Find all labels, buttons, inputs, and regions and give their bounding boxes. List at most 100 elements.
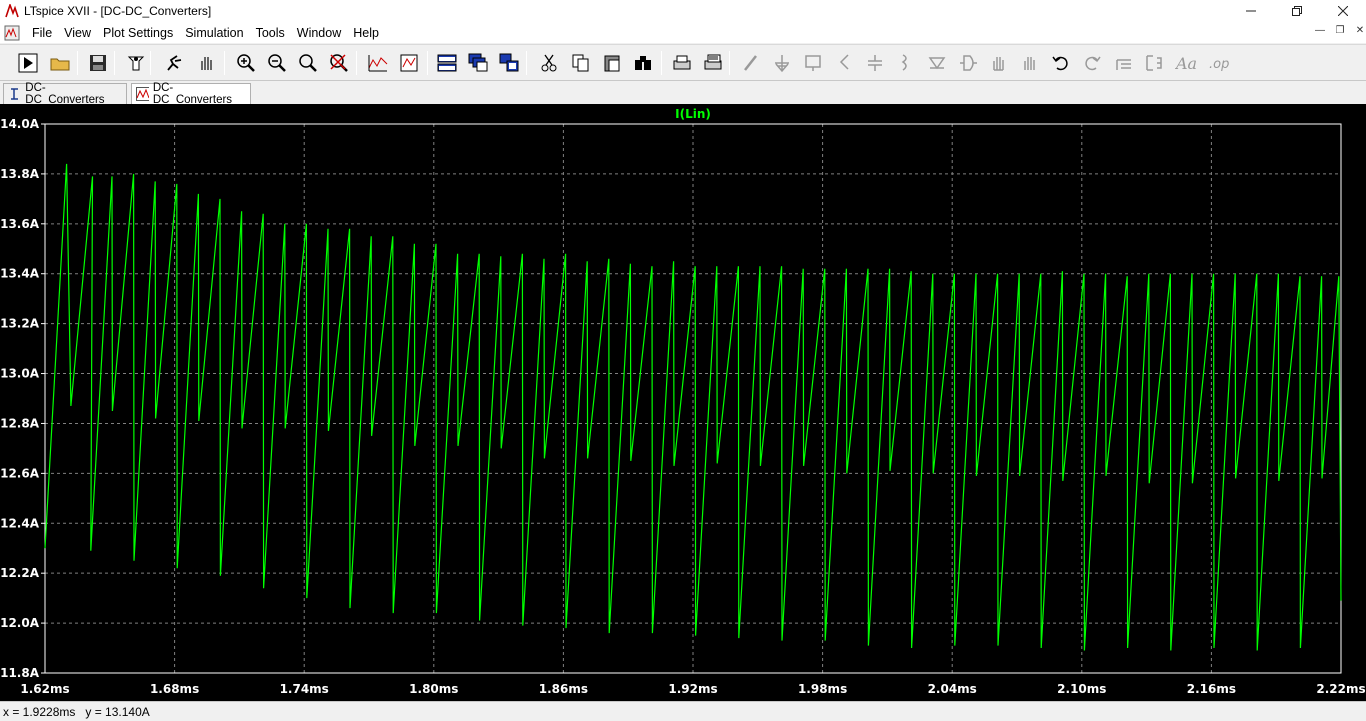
cursor-y-readout: y = 13.140A bbox=[85, 704, 150, 719]
zoom-cancel-icon[interactable] bbox=[326, 50, 352, 76]
x-tick-label: 2.16ms bbox=[1187, 682, 1236, 696]
x-tick-label: 1.80ms bbox=[409, 682, 458, 696]
y-tick-label: 12.6A bbox=[0, 466, 40, 480]
menu-tools[interactable]: Tools bbox=[250, 26, 291, 40]
y-tick-label: 12.8A bbox=[0, 416, 40, 430]
close-button[interactable] bbox=[1320, 0, 1366, 22]
open-icon[interactable] bbox=[47, 50, 73, 76]
toolbar-separator bbox=[114, 51, 115, 75]
y-tick-label: 13.6A bbox=[0, 217, 40, 231]
y-tick-label: 12.4A bbox=[0, 516, 40, 530]
undo-icon[interactable] bbox=[1048, 50, 1074, 76]
autorange-icon[interactable] bbox=[365, 50, 391, 76]
menu-window[interactable]: Window bbox=[291, 26, 347, 40]
x-tick-label: 1.98ms bbox=[798, 682, 847, 696]
menu-bar: File View Plot Settings Simulation Tools… bbox=[0, 22, 1366, 43]
waveform-plot[interactable]: 1.62ms 1.68ms 1.74ms 1.80ms 1.86ms 1.92ms 1.98… bbox=[0, 104, 1366, 701]
run-icon[interactable] bbox=[15, 50, 41, 76]
spice-directive-icon[interactable]: .op bbox=[1205, 50, 1231, 76]
redo-icon[interactable] bbox=[1079, 50, 1105, 76]
toolbar-separator bbox=[427, 51, 428, 75]
plot-canvas[interactable]: 1.62ms 1.68ms 1.74ms 1.80ms 1.86ms 1.92ms 1.98… bbox=[0, 104, 1366, 701]
window-title: LTspice XVII - [DC-DC_Converters] bbox=[24, 4, 212, 18]
tab-waveform[interactable]: DC-DC_Converters bbox=[131, 82, 251, 106]
mdi-minimize-button[interactable]: — bbox=[1310, 25, 1330, 36]
title-bar: LTspice XVII - [DC-DC_Converters] bbox=[0, 0, 1366, 22]
pan-icon[interactable] bbox=[194, 50, 220, 76]
mdi-close-button[interactable]: ✕ bbox=[1350, 25, 1366, 36]
y-tick-label: 13.2A bbox=[0, 317, 40, 331]
mirror-icon[interactable] bbox=[1141, 50, 1167, 76]
wire-icon[interactable] bbox=[738, 50, 764, 76]
cursor-x-readout: x = 1.9228ms bbox=[3, 704, 76, 719]
find-icon[interactable] bbox=[630, 50, 656, 76]
halt-icon[interactable] bbox=[162, 50, 188, 76]
ground-icon[interactable] bbox=[769, 50, 795, 76]
tab-schematic[interactable]: DC-DC_Converters bbox=[3, 82, 127, 106]
diode-icon[interactable] bbox=[924, 50, 950, 76]
toolbar-separator bbox=[77, 51, 78, 75]
capacitor-icon[interactable] bbox=[862, 50, 888, 76]
ltspice-app-icon bbox=[4, 3, 20, 19]
menu-help[interactable]: Help bbox=[347, 26, 385, 40]
zoom-in-icon[interactable] bbox=[233, 50, 259, 76]
document-tabs: DC-DC_Converters DC-DC_Converters bbox=[0, 82, 1366, 106]
zoom-box-icon[interactable] bbox=[295, 50, 321, 76]
y-tick-label: 14.0A bbox=[0, 117, 40, 131]
tab-waveform-label: DC-DC_Converters bbox=[152, 82, 233, 106]
svg-text:.op: .op bbox=[1209, 57, 1229, 72]
cascade-icon[interactable] bbox=[465, 50, 491, 76]
toolbar-separator bbox=[661, 51, 662, 75]
rotate-icon[interactable] bbox=[1111, 50, 1137, 76]
x-tick-label: 1.92ms bbox=[668, 682, 717, 696]
svg-text:Aa: Aa bbox=[1175, 54, 1197, 73]
y-tick-label: 12.0A bbox=[0, 616, 40, 630]
mdi-restore-button[interactable]: ❐ bbox=[1330, 25, 1350, 36]
copy-icon[interactable] bbox=[568, 50, 594, 76]
menu-view[interactable]: View bbox=[58, 26, 97, 40]
resistor-icon[interactable] bbox=[832, 50, 858, 76]
cut-icon[interactable] bbox=[536, 50, 562, 76]
zoom-out-icon[interactable] bbox=[264, 50, 290, 76]
y-tick-label: 13.4A bbox=[0, 267, 40, 281]
y-tick-label: 13.0A bbox=[0, 367, 40, 381]
control-panel-icon[interactable] bbox=[123, 50, 149, 76]
print-preview-icon[interactable] bbox=[700, 50, 726, 76]
status-bar: x = 1.9228ms y = 13.140A bbox=[0, 701, 1366, 721]
toolbar-separator bbox=[729, 51, 730, 75]
x-tick-label: 1.86ms bbox=[539, 682, 588, 696]
save-icon[interactable] bbox=[85, 50, 111, 76]
toolbar-separator bbox=[356, 51, 357, 75]
toolbar-separator bbox=[526, 51, 527, 75]
x-tick-label: 2.04ms bbox=[928, 682, 977, 696]
x-tick-label: 2.22ms bbox=[1316, 682, 1365, 696]
y-tick-label: 11.8A bbox=[0, 666, 40, 680]
x-tick-label: 1.62ms bbox=[20, 682, 69, 696]
move-icon[interactable] bbox=[986, 50, 1012, 76]
tile-horizontal-icon[interactable] bbox=[434, 50, 460, 76]
document-icon[interactable] bbox=[4, 25, 20, 41]
print-icon[interactable] bbox=[669, 50, 695, 76]
menu-simulation[interactable]: Simulation bbox=[179, 26, 249, 40]
menu-plot-settings[interactable]: Plot Settings bbox=[97, 26, 179, 40]
plot-settings-icon[interactable] bbox=[396, 50, 422, 76]
text-icon[interactable]: Aa bbox=[1173, 50, 1199, 76]
x-tick-label: 1.74ms bbox=[280, 682, 329, 696]
y-tick-label: 12.2A bbox=[0, 566, 40, 580]
minimize-button[interactable] bbox=[1228, 0, 1274, 22]
x-tick-label: 1.68ms bbox=[150, 682, 199, 696]
restore-button[interactable] bbox=[1274, 0, 1320, 22]
waveform-icon bbox=[136, 87, 149, 101]
menu-file[interactable]: File bbox=[26, 26, 58, 40]
toolbar-separator bbox=[150, 51, 151, 75]
paste-icon[interactable] bbox=[599, 50, 625, 76]
tile-vertical-icon[interactable] bbox=[496, 50, 522, 76]
toolbar-separator bbox=[224, 51, 225, 75]
label-icon[interactable] bbox=[800, 50, 826, 76]
component-icon[interactable] bbox=[955, 50, 981, 76]
inductor-icon[interactable] bbox=[893, 50, 919, 76]
y-tick-label: 13.8A bbox=[0, 167, 40, 181]
drag-icon[interactable] bbox=[1017, 50, 1043, 76]
tab-schematic-label: DC-DC_Converters bbox=[25, 82, 105, 106]
schematic-icon bbox=[11, 88, 18, 100]
